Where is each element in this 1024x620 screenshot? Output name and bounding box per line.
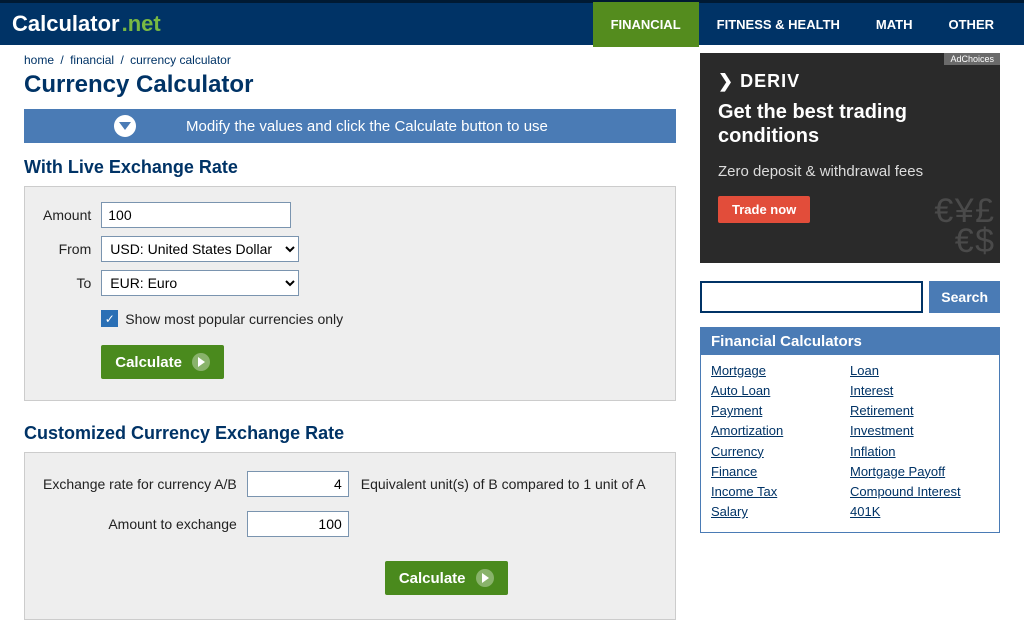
to-currency-select[interactable]: EUR: Euro (101, 270, 299, 296)
link-retirement[interactable]: Retirement (850, 401, 989, 421)
adchoices-badge[interactable]: AdChoices (944, 53, 1000, 65)
ad-banner[interactable]: AdChoices ❯ DERIV Get the best trading co… (700, 53, 1000, 263)
financial-calculators-box: Financial Calculators Mortgage Auto Loan… (700, 327, 1000, 533)
ad-cta-button[interactable]: Trade now (718, 196, 810, 223)
calculate-live-button[interactable]: Calculate (101, 345, 224, 379)
live-rate-heading: With Live Exchange Rate (24, 157, 676, 178)
chevron-down-icon[interactable] (114, 115, 136, 137)
link-finance[interactable]: Finance (711, 462, 850, 482)
search-row: Search (700, 281, 1000, 313)
link-inflation[interactable]: Inflation (850, 442, 989, 462)
main-content: home / financial / currency calculator C… (24, 53, 700, 620)
amount-input[interactable] (101, 202, 291, 228)
ad-brand: DERIV (740, 71, 800, 92)
rate-input[interactable] (247, 471, 349, 497)
breadcrumb-financial[interactable]: financial (70, 53, 114, 67)
page-title: Currency Calculator (24, 71, 676, 99)
link-payment[interactable]: Payment (711, 401, 850, 421)
from-currency-select[interactable]: USD: United States Dollar (101, 236, 299, 262)
link-amortization[interactable]: Amortization (711, 421, 850, 441)
logo-name: Calculator (12, 11, 120, 37)
from-label: From (39, 233, 95, 265)
logo-suffix: .net (122, 11, 161, 37)
amount-label: Amount (39, 199, 95, 231)
deriv-logo-icon: ❯ (718, 71, 734, 92)
instruction-text: Modify the values and click the Calculat… (186, 118, 548, 135)
link-mortgage[interactable]: Mortgage (711, 361, 850, 381)
ad-headline: Get the best trading conditions (718, 100, 982, 148)
link-loan[interactable]: Loan (850, 361, 989, 381)
site-logo[interactable]: Calculator .net (12, 11, 161, 37)
popular-only-checkbox[interactable]: ✓ (101, 310, 118, 327)
link-401k[interactable]: 401K (850, 502, 989, 522)
financial-calculators-header: Financial Calculators (701, 328, 999, 355)
exchange-amount-input[interactable] (247, 511, 349, 537)
play-icon (476, 569, 494, 587)
nav-other[interactable]: OTHER (931, 2, 1013, 47)
link-interest[interactable]: Interest (850, 381, 989, 401)
rate-label: Exchange rate for currency A/B (39, 465, 241, 503)
calculate-custom-button[interactable]: Calculate (385, 561, 508, 595)
search-button[interactable]: Search (929, 281, 1000, 313)
custom-rate-panel: Exchange rate for currency A/B Equivalen… (24, 452, 676, 620)
custom-rate-heading: Customized Currency Exchange Rate (24, 423, 676, 444)
link-investment[interactable]: Investment (850, 421, 989, 441)
ad-subtext: Zero deposit & withdrawal fees (718, 162, 982, 182)
breadcrumb: home / financial / currency calculator (24, 53, 676, 67)
rate-note: Equivalent unit(s) of B compared to 1 un… (355, 465, 650, 503)
link-auto-loan[interactable]: Auto Loan (711, 381, 850, 401)
link-mortgage-payoff[interactable]: Mortgage Payoff (850, 462, 989, 482)
currency-symbols-icon: € ¥ £€ $ (934, 196, 990, 257)
play-icon (192, 353, 210, 371)
calculate-live-label: Calculate (115, 354, 182, 371)
nav-fitness-health[interactable]: FITNESS & HEALTH (699, 2, 858, 47)
nav-financial[interactable]: FINANCIAL (593, 2, 699, 47)
main-nav: FINANCIAL FITNESS & HEALTH MATH OTHER (593, 2, 1012, 47)
top-navbar: Calculator .net FINANCIAL FITNESS & HEAL… (0, 0, 1024, 45)
link-compound-interest[interactable]: Compound Interest (850, 482, 989, 502)
breadcrumb-home[interactable]: home (24, 53, 54, 67)
link-income-tax[interactable]: Income Tax (711, 482, 850, 502)
breadcrumb-currency-calculator[interactable]: currency calculator (130, 53, 231, 67)
search-input[interactable] (700, 281, 923, 313)
live-rate-panel: Amount From USD: United States Dollar To… (24, 186, 676, 401)
calculate-custom-label: Calculate (399, 570, 466, 587)
nav-math[interactable]: MATH (858, 2, 931, 47)
exchange-amount-label: Amount to exchange (39, 505, 241, 543)
to-label: To (39, 267, 95, 299)
sidebar: AdChoices ❯ DERIV Get the best trading co… (700, 53, 1000, 620)
popular-only-label: Show most popular currencies only (125, 311, 343, 327)
link-currency[interactable]: Currency (711, 442, 850, 462)
link-salary[interactable]: Salary (711, 502, 850, 522)
instruction-bar: Modify the values and click the Calculat… (24, 109, 676, 143)
